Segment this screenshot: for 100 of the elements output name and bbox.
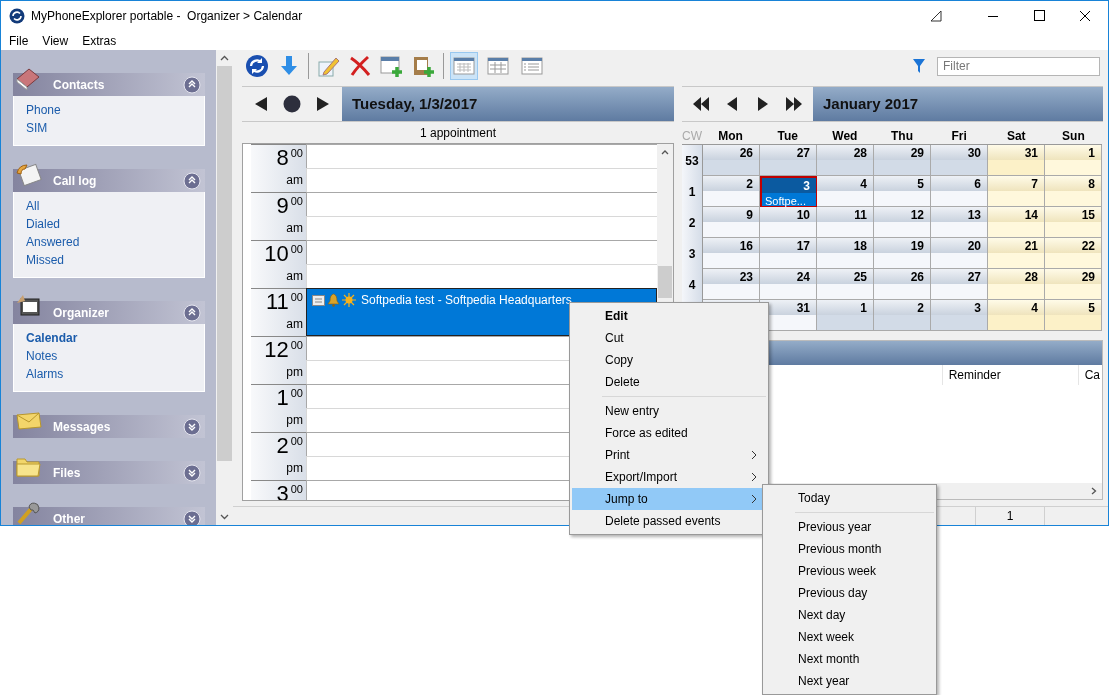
time-slot[interactable] — [306, 192, 657, 216]
day-cell[interactable]: 21 — [988, 238, 1045, 269]
collapse-icon[interactable] — [183, 171, 201, 190]
day-cell[interactable]: 28 — [817, 145, 874, 176]
sidebar-link[interactable]: All — [26, 197, 40, 215]
day-number: 31 — [796, 299, 810, 317]
day-cell[interactable]: 28 — [988, 269, 1045, 300]
collapse-icon[interactable] — [183, 303, 201, 322]
menu-item[interactable]: Export/Import — [572, 466, 766, 488]
menu-item[interactable]: Extras — [75, 31, 124, 50]
menu-item[interactable]: Copy — [572, 349, 766, 371]
day-cell[interactable]: 2 — [874, 300, 931, 331]
group-icon — [15, 499, 43, 525]
menu-item[interactable]: Delete passed events — [572, 510, 766, 532]
day-cell[interactable]: 27 — [760, 145, 817, 176]
expand-icon[interactable] — [183, 509, 201, 525]
sidebar-link[interactable]: Answered — [26, 233, 80, 251]
day-cell[interactable]: 12 — [874, 207, 931, 238]
day-cell[interactable]: 7 — [988, 176, 1045, 207]
day-cell[interactable]: 13 — [931, 207, 988, 238]
day-cell[interactable]: 20 — [931, 238, 988, 269]
day-cell[interactable]: 30 — [931, 145, 988, 176]
sidebar-link[interactable]: Alarms — [26, 365, 64, 383]
group-title: Contacts — [53, 76, 105, 94]
time-slot[interactable] — [306, 144, 657, 168]
day-cell[interactable]: 23 — [703, 269, 760, 300]
day-cell[interactable]: 15 — [1045, 207, 1102, 238]
toolbar-button[interactable] — [379, 53, 405, 79]
menu-item[interactable]: Force as edited — [572, 422, 766, 444]
expand-icon[interactable] — [183, 463, 201, 482]
day-cell[interactable]: 3 Softpe... — [760, 176, 817, 207]
window-title: MyPhoneExplorer portable - Organizer > Calendar — [31, 8, 303, 25]
sidebar-link[interactable]: Notes — [26, 347, 58, 365]
day-cell[interactable]: 10 — [760, 207, 817, 238]
scrollbar[interactable] — [216, 50, 233, 525]
scroll-thumb[interactable] — [658, 266, 672, 298]
day-cell[interactable]: 5 — [1045, 300, 1102, 331]
day-cell[interactable]: 9 — [703, 207, 760, 238]
menu-item[interactable]: Print — [572, 444, 766, 466]
day-cell[interactable]: 18 — [817, 238, 874, 269]
minute-label: 00 — [290, 386, 303, 400]
day-number: 26 — [739, 144, 753, 162]
day-cell[interactable]: 16 — [703, 238, 760, 269]
day-cell[interactable]: 1 — [817, 300, 874, 331]
menu-item[interactable]: Next month — [765, 648, 934, 670]
sidebar-link[interactable]: Calendar — [26, 329, 78, 347]
menu-item[interactable]: View — [35, 31, 76, 50]
day-cell[interactable]: 29 — [1045, 269, 1102, 300]
day-cell[interactable]: 5 — [874, 176, 931, 207]
day-cell[interactable]: 4 — [988, 300, 1045, 331]
list-view-icon — [521, 55, 543, 77]
column-header[interactable]: Reminder — [941, 365, 1078, 385]
day-cell[interactable]: 8 — [1045, 176, 1102, 207]
menu-item[interactable]: Previous year — [765, 516, 934, 538]
day-number: 7 — [1031, 175, 1038, 193]
filter-field[interactable]: Filter — [937, 56, 1100, 76]
sidebar-link[interactable]: Missed — [26, 251, 64, 269]
day-cell[interactable]: 4 — [817, 176, 874, 207]
toolbar-button[interactable] — [244, 53, 270, 79]
sidebar-link[interactable]: Dialed — [26, 215, 61, 233]
period-label: pm — [286, 412, 303, 429]
menu-item[interactable]: Next week — [765, 626, 934, 648]
day-cell[interactable]: 22 — [1045, 238, 1102, 269]
day-cell[interactable]: 2 — [703, 176, 760, 207]
period-label: am — [286, 268, 303, 285]
menu-item[interactable]: New entry — [572, 400, 766, 422]
bell-icon — [327, 293, 340, 307]
menu-item[interactable]: Previous week — [765, 560, 934, 582]
day-number: 6 — [974, 175, 981, 193]
day-cell[interactable]: 3 — [931, 300, 988, 331]
day-cell[interactable]: 25 — [817, 269, 874, 300]
menu-item[interactable]: Next day — [765, 604, 934, 626]
day-cell[interactable]: 1 — [1045, 145, 1102, 176]
scroll-thumb[interactable] — [217, 66, 232, 461]
menu-item[interactable]: Today — [765, 487, 934, 509]
menu-item[interactable]: Delete — [572, 371, 766, 393]
day-cell[interactable]: 17 — [760, 238, 817, 269]
menu-item[interactable]: Previous month — [765, 538, 934, 560]
day-cell[interactable]: 14 — [988, 207, 1045, 238]
day-cell[interactable]: 31 — [988, 145, 1045, 176]
day-cell[interactable]: 11 — [817, 207, 874, 238]
day-cell[interactable]: 29 — [874, 145, 931, 176]
day-number: 1 — [860, 299, 867, 317]
collapse-icon[interactable] — [183, 75, 201, 94]
filter-icon[interactable] — [912, 58, 926, 74]
menu-item[interactable]: Previous day — [765, 582, 934, 604]
day-cell[interactable]: 27 — [931, 269, 988, 300]
sidebar-link[interactable]: SIM — [26, 119, 48, 137]
day-cell[interactable]: 6 — [931, 176, 988, 207]
menu-item[interactable]: File — [2, 31, 36, 50]
expand-icon[interactable] — [183, 417, 201, 436]
sidebar-link[interactable]: Phone — [26, 101, 61, 119]
day-cell[interactable]: 19 — [874, 238, 931, 269]
view-button[interactable] — [450, 52, 478, 80]
column-header[interactable]: Ca — [1077, 365, 1102, 385]
time-slot[interactable] — [306, 240, 657, 264]
day-cell[interactable]: 26 — [874, 269, 931, 300]
day-cell[interactable]: 24 — [760, 269, 817, 300]
day-cell[interactable]: 26 — [703, 145, 760, 176]
menu-item[interactable]: Next year — [765, 670, 934, 692]
